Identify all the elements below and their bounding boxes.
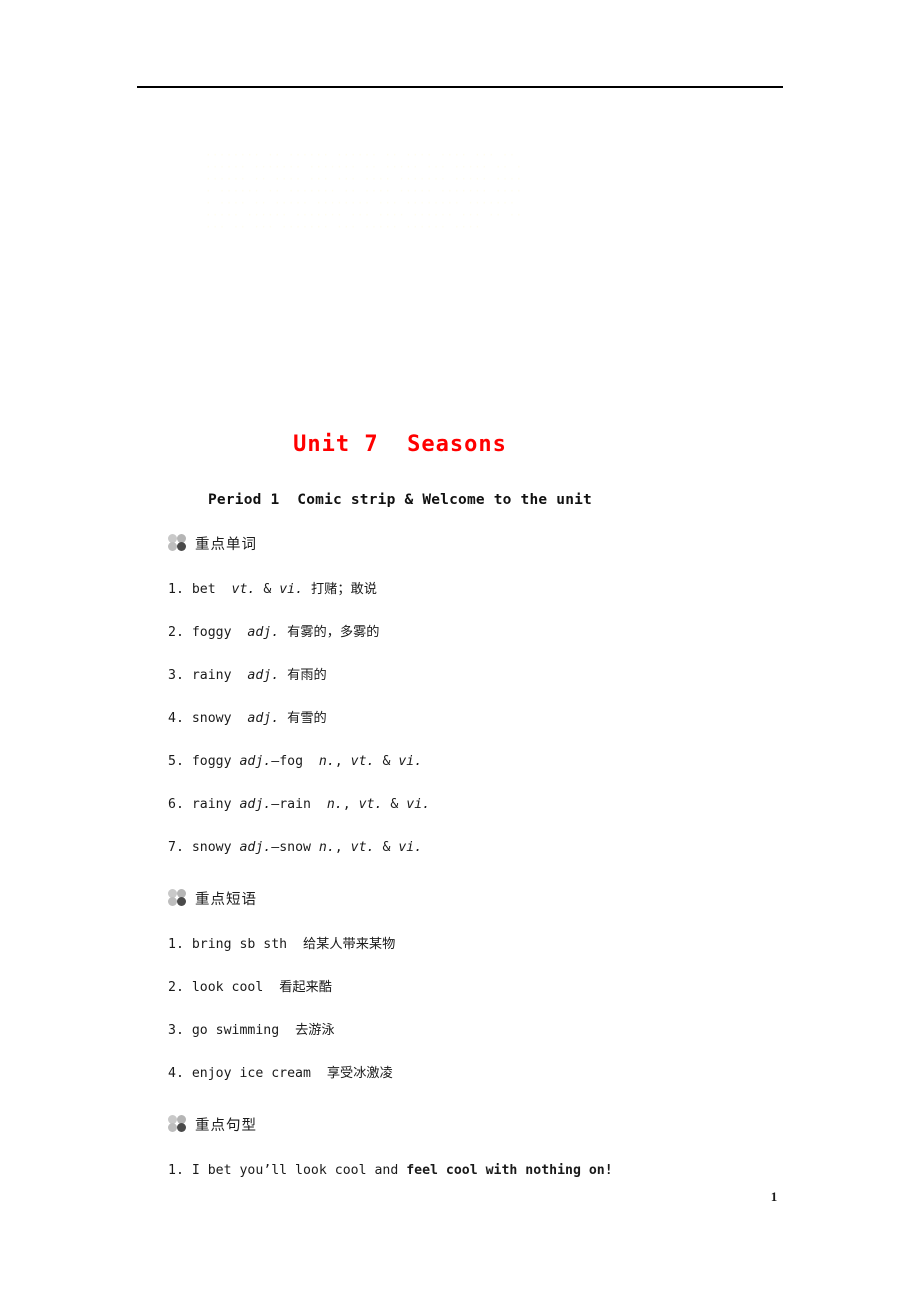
list-item: 4. enjoy ice cream 享受冰激凌 (168, 1052, 808, 1095)
list-item-text (279, 625, 287, 640)
list-item-text: adj. (247, 625, 280, 640)
list-item-number: 7. (168, 840, 184, 855)
list-item-number: 4. (168, 711, 184, 726)
clover-icon (168, 889, 188, 907)
list-item: 2. look cool 看起来酷 (168, 966, 808, 1009)
list-item: 3. rainy adj. 有雨的 (168, 654, 808, 697)
list-item-text: look cool (191, 980, 280, 995)
list-item-text (279, 711, 287, 726)
list-item-text: n. (326, 797, 343, 812)
list-item: 1. bring sb sth 给某人带来某物 (168, 923, 808, 966)
clover-icon (168, 1115, 188, 1133)
list-item-text: , (334, 754, 351, 769)
list-item: 4. snowy adj. 有雪的 (168, 697, 808, 740)
section-title: 重点句型 (195, 1117, 257, 1134)
list-item-text: —fog (271, 754, 319, 769)
list-item-text: enjoy ice cream (191, 1066, 327, 1081)
list-item-text: —rain (271, 797, 327, 812)
list-item: 3. go swimming 去游泳 (168, 1009, 808, 1052)
page-number: 1 (770, 1189, 778, 1204)
list-item-text: adj. (247, 711, 280, 726)
list-item-text: I bet you’ll look cool and (191, 1163, 407, 1178)
list-item-text: bring sb sth (191, 937, 303, 952)
list-item-text: , (334, 840, 351, 855)
list-item-number: 6. (168, 797, 184, 812)
list-item-text: snowy (191, 840, 240, 855)
list-item-text: 有雨的 (287, 668, 327, 683)
list-item-text: snowy (191, 711, 248, 726)
list-item: 6. rainy adj.—rain n., vt. & vi. (168, 783, 808, 826)
list-item-text: & (255, 582, 280, 597)
list-item-text: 给某人带来某物 (303, 937, 396, 952)
list-item-text: go swimming (191, 1023, 296, 1038)
list-item-text: adj. (239, 797, 272, 812)
list-item-number: 5. (168, 754, 184, 769)
list-item: 1. bet vt. & vi. 打赌；敢说 (168, 568, 808, 611)
section: 重点短语 1. bring sb sth 给某人带来某物 2. look cool … (168, 883, 808, 1109)
list-item: 1. I bet you’ll look cool and feel cool … (168, 1149, 808, 1192)
page-subtitle: Period 1 Comic strip & Welcome to the un… (208, 492, 592, 508)
list-item-number: 2. (168, 980, 184, 995)
list-item-text: vi. (398, 754, 423, 769)
section: 重点单词 1. bet vt. & vi. 打赌；敢说 2. foggy adj. … (168, 528, 808, 883)
list-item-text (303, 582, 311, 597)
list-item-text: adj. (239, 840, 272, 855)
list-item-text: adj. (239, 754, 272, 769)
list-item-text: vt. (350, 754, 375, 769)
section: 重点句型 1. I bet you’ll look cool and feel c… (168, 1109, 808, 1192)
list-item-text: vt. (231, 582, 256, 597)
list-item: 5. foggy adj.—fog n., vt. & vi. (168, 740, 808, 783)
list-item-number: 3. (168, 1023, 184, 1038)
list-item-text: feel cool with nothing on! (406, 1163, 613, 1178)
list-item-text: 看起来酷 (279, 980, 332, 995)
document-page: ········ ·· ······ ······ ·· ···· ···· ·… (0, 0, 920, 1302)
list-item-number: 2. (168, 625, 184, 640)
list-item: 7. snowy adj.—snow n., vt. & vi. (168, 826, 808, 869)
section-header: 重点短语 (168, 883, 808, 913)
list-item-text: foggy (191, 754, 240, 769)
section-title: 重点单词 (195, 536, 257, 553)
section-title: 重点短语 (195, 891, 257, 908)
list-item-text: vi. (406, 797, 431, 812)
list-item-text: vt. (350, 840, 375, 855)
list-item-text: , (342, 797, 359, 812)
background-watermark: ········ ·· ······ ······ ·· ···· ···· ·… (205, 150, 523, 234)
list-item-text: 有雾的，多雾的 (287, 625, 380, 640)
header-rule (137, 86, 783, 88)
list-item-text: —snow (271, 840, 319, 855)
list-item-text: vt. (358, 797, 383, 812)
list-item-number: 3. (168, 668, 184, 683)
list-item-number: 1. (168, 1163, 184, 1178)
list-item-number: 1. (168, 582, 184, 597)
list-item-text: bet (191, 582, 232, 597)
list-item-text: vi. (398, 840, 423, 855)
list-item-text: rainy (191, 668, 248, 683)
list-item-text: & (382, 797, 407, 812)
section-header: 重点句型 (168, 1109, 808, 1139)
list-item-text: 有雪的 (287, 711, 327, 726)
list-item-number: 4. (168, 1066, 184, 1081)
list-item-text: adj. (247, 668, 280, 683)
list-item-text: & (374, 840, 399, 855)
page-title: Unit 7 Seasons (293, 432, 507, 457)
list-item-text: 去游泳 (295, 1023, 335, 1038)
list-item: 2. foggy adj. 有雾的，多雾的 (168, 611, 808, 654)
list-item-text: 享受冰激凌 (326, 1066, 393, 1081)
list-item-text: 打赌；敢说 (310, 582, 377, 597)
clover-icon (168, 534, 188, 552)
document-body: 重点单词 1. bet vt. & vi. 打赌；敢说 2. foggy adj. … (168, 528, 808, 1192)
list-item-number: 1. (168, 937, 184, 952)
list-item-text: rainy (191, 797, 240, 812)
list-item-text: foggy (191, 625, 248, 640)
list-item-text: n. (318, 754, 335, 769)
list-item-text: vi. (279, 582, 304, 597)
section-header: 重点单词 (168, 528, 808, 558)
list-item-text (279, 668, 287, 683)
list-item-text: n. (318, 840, 335, 855)
list-item-text: & (374, 754, 399, 769)
